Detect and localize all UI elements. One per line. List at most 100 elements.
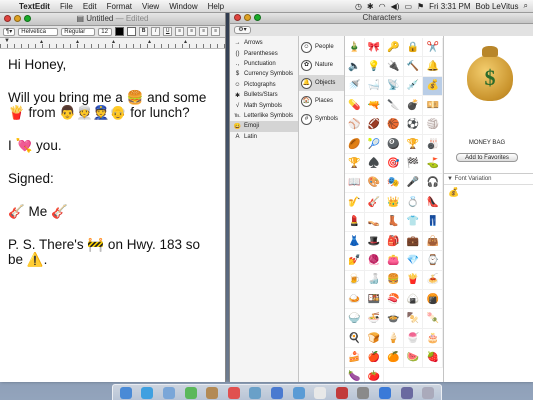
emoji-cell[interactable]: 🎨 xyxy=(364,173,385,194)
emoji-cell[interactable]: 🍱 xyxy=(364,290,385,310)
emoji-cell[interactable]: 🍡 xyxy=(423,309,443,329)
emoji-cell[interactable]: 💣 xyxy=(403,96,424,116)
justify-button[interactable]: ≡ xyxy=(211,27,221,36)
emoji-cell[interactable]: 👕 xyxy=(403,212,424,232)
emoji-cell[interactable]: 🎱 xyxy=(384,134,404,155)
italic-button[interactable]: I xyxy=(151,27,161,36)
dock-photo-booth-icon[interactable] xyxy=(335,386,348,399)
emoji-cell[interactable]: 🍅 xyxy=(365,367,385,382)
ruler-tab-stop[interactable]: ▴ xyxy=(76,38,79,45)
subcategory-item-objects[interactable]: 🔔 Objects xyxy=(299,75,344,91)
emoji-cell[interactable]: 👖 xyxy=(423,212,443,232)
emoji-cell[interactable]: 🧶 xyxy=(364,251,385,271)
emoji-cell[interactable]: 🍢 xyxy=(403,309,424,329)
align-center-button[interactable]: ≡ xyxy=(187,27,197,36)
emoji-cell[interactable]: 🚿 xyxy=(345,76,365,97)
emoji-cell[interactable]: ⛳ xyxy=(423,154,443,174)
highlight-color-swatch[interactable] xyxy=(127,27,137,36)
emoji-cell[interactable]: 💊 xyxy=(345,96,365,116)
close-button[interactable] xyxy=(234,14,241,21)
add-to-favorites-button[interactable]: Add to Favorites xyxy=(456,153,518,162)
emoji-cell[interactable]: 💉 xyxy=(403,76,424,97)
emoji-cell[interactable]: 🔨 xyxy=(403,57,424,77)
ruler-tab-stop[interactable]: ▼ xyxy=(4,38,10,44)
emoji-cell[interactable]: 🎀 xyxy=(364,38,385,58)
emoji-cell[interactable]: 💡 xyxy=(364,57,385,77)
subcategory-item-places[interactable]: 🏠 Places xyxy=(299,93,344,109)
dock-trash-icon[interactable] xyxy=(422,386,435,399)
emoji-cell[interactable]: 🏀 xyxy=(384,115,404,135)
dock-address-book-icon[interactable] xyxy=(206,386,219,399)
emoji-cell[interactable]: ✂️ xyxy=(423,38,443,58)
emoji-cell[interactable]: 🍳 xyxy=(345,328,365,349)
zoom-button[interactable] xyxy=(24,15,31,22)
emoji-cell[interactable]: 🍺 xyxy=(345,270,365,291)
emoji-cell[interactable]: 🍣 xyxy=(384,290,404,310)
textedit-titlebar[interactable]: ▤ Untitled — Edited xyxy=(0,12,225,26)
emoji-cell[interactable]: 🍓 xyxy=(423,348,443,368)
category-item-latin[interactable]: A Latin xyxy=(230,132,298,142)
emoji-cell[interactable]: 🎯 xyxy=(384,154,404,174)
dock-ical-icon[interactable] xyxy=(227,386,240,399)
emoji-cell[interactable]: 🍶 xyxy=(364,270,385,291)
emoji-cell[interactable]: 🔌 xyxy=(384,57,404,77)
category-item-arrows[interactable]: → Arrows xyxy=(230,38,298,48)
spotlight-icon[interactable]: ⌕ xyxy=(524,1,528,11)
ruler[interactable]: ▼ ▴ ▴ ▴ ▴ ▴ xyxy=(0,38,225,49)
font-family-popup[interactable]: Helvetica xyxy=(18,27,59,36)
flag-icon[interactable]: ⚑ xyxy=(417,2,424,11)
menu-file[interactable]: File xyxy=(55,2,78,11)
align-left-button[interactable]: ≡ xyxy=(175,27,185,36)
wifi-icon[interactable]: ◠ xyxy=(379,2,386,11)
emoji-cell[interactable]: 💴 xyxy=(423,96,443,116)
dock-preview-icon[interactable] xyxy=(249,386,262,399)
dock-iphoto-icon[interactable] xyxy=(292,386,305,399)
emoji-cell[interactable]: 💅 xyxy=(345,251,365,271)
category-item-letterlike-symbols[interactable]: ℡ Letterlike Symbols xyxy=(230,111,298,121)
dock-ichat-icon[interactable] xyxy=(184,386,197,399)
emoji-cell[interactable]: 🍆 xyxy=(345,367,365,382)
emoji-cell[interactable]: ⚾ xyxy=(345,115,365,135)
menu-view[interactable]: View xyxy=(137,2,164,11)
font-style-popup[interactable]: Regular xyxy=(61,27,96,36)
volume-icon[interactable]: ◀) xyxy=(391,2,400,11)
ruler-tab-stop[interactable]: ▴ xyxy=(40,38,43,45)
emoji-cell[interactable]: 🎒 xyxy=(384,231,404,252)
emoji-cell[interactable]: 🏐 xyxy=(423,115,443,135)
emoji-cell[interactable]: 🍦 xyxy=(384,328,404,349)
emoji-cell[interactable]: 💍 xyxy=(403,193,424,213)
ruler-tab-stop[interactable]: ▴ xyxy=(184,38,187,45)
text-color-swatch[interactable] xyxy=(115,27,125,36)
emoji-cell[interactable]: 🍚 xyxy=(345,309,365,329)
emoji-cell[interactable]: 👢 xyxy=(384,212,404,232)
emoji-cell[interactable]: 👡 xyxy=(364,212,385,232)
emoji-cell[interactable]: 🍰 xyxy=(345,348,365,368)
menu-app-name[interactable]: TextEdit xyxy=(14,2,55,11)
emoji-cell[interactable]: 🔑 xyxy=(384,38,404,58)
emoji-cell[interactable]: 🔈 xyxy=(345,57,365,77)
category-item-emoji[interactable]: 😀 Emoji xyxy=(230,121,298,132)
emoji-cell[interactable]: 🔔 xyxy=(423,57,443,77)
zoom-button[interactable] xyxy=(254,14,261,21)
ruler-tab-stop[interactable]: ▴ xyxy=(148,38,151,45)
action-menu-button[interactable]: ⚙▾ xyxy=(234,26,251,34)
emoji-cell[interactable]: 🎭 xyxy=(384,173,404,194)
category-item-currency-symbols[interactable]: $ Currency Symbols xyxy=(230,69,298,79)
dock-downloads-icon[interactable] xyxy=(400,386,413,399)
emoji-cell[interactable]: 💰 xyxy=(423,76,443,97)
emoji-cell[interactable]: 🍝 xyxy=(423,270,443,291)
emoji-cell[interactable]: 🎂 xyxy=(423,328,443,349)
emoji-cell[interactable]: 🏉 xyxy=(345,134,365,155)
emoji-cell[interactable]: 🎷 xyxy=(345,193,365,213)
font-variation-glyph[interactable]: 💰 xyxy=(444,185,533,200)
emoji-cell[interactable]: 🍎 xyxy=(364,348,385,368)
emoji-cell[interactable]: 🍜 xyxy=(364,309,385,329)
emoji-cell[interactable]: 💄 xyxy=(345,212,365,232)
time-machine-icon[interactable]: ◷ xyxy=(355,2,362,11)
underline-button[interactable]: U xyxy=(163,27,173,36)
emoji-cell[interactable]: 🍘 xyxy=(423,290,443,310)
emoji-cell[interactable]: 🎍 xyxy=(345,38,365,58)
emoji-cell[interactable]: 👑 xyxy=(384,193,404,213)
menu-clock[interactable]: Fri 3:31 PM xyxy=(429,2,470,11)
minimize-button[interactable] xyxy=(14,15,21,22)
